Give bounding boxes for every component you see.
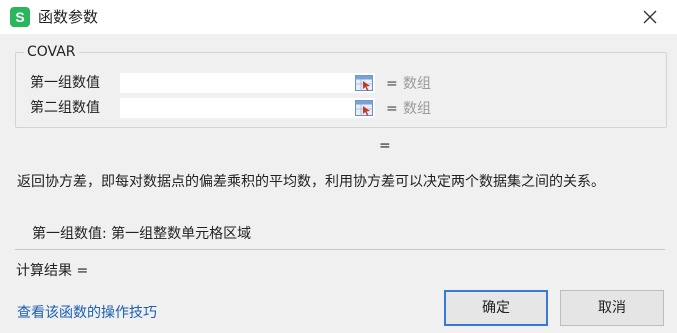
function-tips-link[interactable]: 查看该函数的操作技巧 (17, 303, 157, 323)
app-logo-icon: S (10, 7, 30, 27)
arg2-type: 数组 (403, 101, 431, 117)
divider (15, 249, 665, 250)
cell-reference-icon (355, 75, 373, 91)
arg1-type: 数组 (403, 76, 431, 92)
close-button[interactable] (636, 4, 664, 30)
title-bar: S 函数参数 (0, 0, 677, 34)
calculation-result: 计算结果 = (16, 263, 89, 279)
parameter-description: 第一组数值: 第一组整数单元格区域 (32, 226, 252, 242)
arg2-label: 第二组数值 (30, 100, 100, 116)
app-logo-letter: S (15, 9, 25, 25)
arg1-input[interactable] (120, 73, 375, 93)
function-arguments-dialog: S 函数参数 COVAR 第一组数值 = 数组 第二组数值 = 数组 = 返回协… (0, 0, 677, 333)
dialog-title: 函数参数 (38, 8, 99, 26)
arg2-input[interactable] (120, 98, 375, 118)
arg1-label: 第一组数值 (30, 75, 100, 91)
arg2-equals: = (386, 101, 398, 117)
function-description: 返回协方差，即每对数据点的偏差乘积的平均数，利用协方差可以决定两个数据集之间的关… (17, 174, 605, 190)
arg1-equals: = (386, 76, 398, 92)
formula-result-equals: = (379, 138, 391, 154)
cell-reference-icon (355, 100, 373, 116)
cancel-button[interactable]: 取消 (560, 290, 664, 326)
close-icon (643, 10, 657, 24)
arg1-reference-button[interactable] (355, 75, 373, 91)
arg2-reference-button[interactable] (355, 100, 373, 116)
function-name: COVAR (24, 43, 79, 61)
ok-button[interactable]: 确定 (444, 290, 548, 326)
